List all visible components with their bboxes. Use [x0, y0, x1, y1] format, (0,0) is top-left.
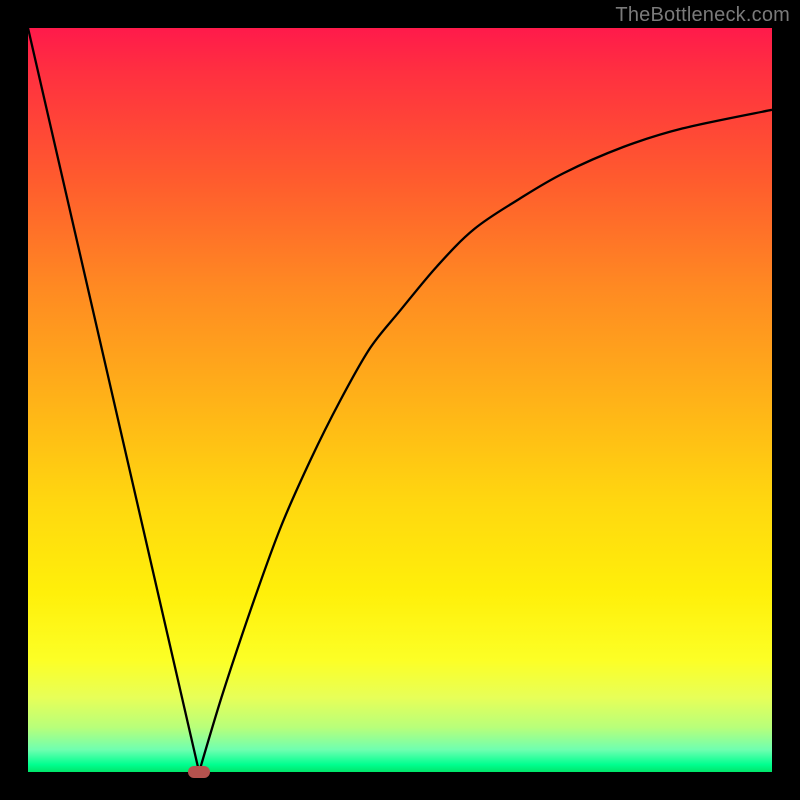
bottleneck-curve-right	[199, 110, 772, 772]
curve-svg	[28, 28, 772, 772]
minimum-marker	[188, 766, 210, 778]
bottleneck-curve-left	[28, 28, 199, 772]
plot-area	[28, 28, 772, 772]
attribution-text: TheBottleneck.com	[615, 4, 790, 27]
chart-frame: TheBottleneck.com	[0, 0, 800, 800]
